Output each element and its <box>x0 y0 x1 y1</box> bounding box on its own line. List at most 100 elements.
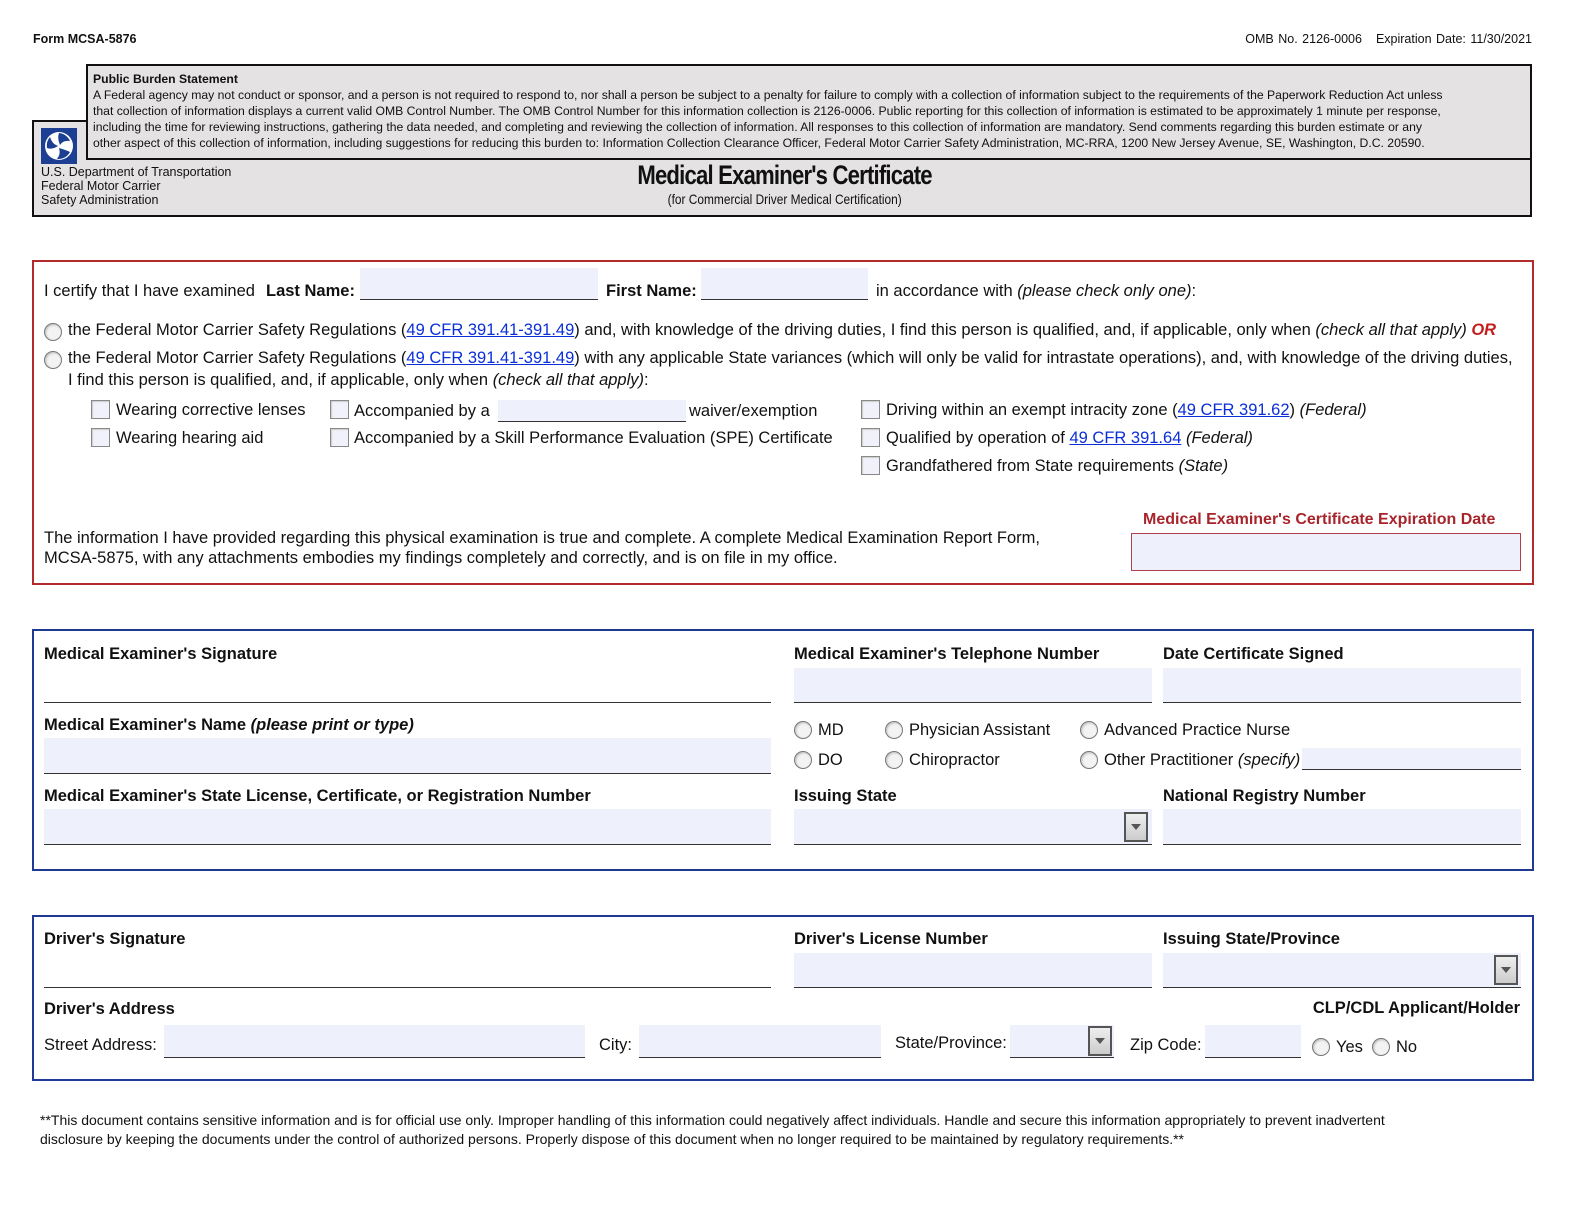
examiner-license-label: Medical Examiner's State License, Certif… <box>44 787 591 805</box>
cfr-link[interactable]: 49 CFR 391.41-391.49 <box>406 321 574 339</box>
burden-line: that collection of information displays … <box>93 104 1441 118</box>
spe-checkbox[interactable] <box>330 428 349 447</box>
grandfathered-checkbox[interactable] <box>861 456 880 475</box>
expiration-date-input[interactable] <box>1131 533 1521 571</box>
chiropractor-radio[interactable] <box>885 751 903 769</box>
burden-title: Public Burden Statement <box>93 72 238 86</box>
corrective-lenses-label: Wearing corrective lenses <box>116 401 306 419</box>
street-address-input[interactable] <box>164 1025 585 1058</box>
waiver-label-pre: Accompanied by a <box>354 402 490 420</box>
title-block: Medical Examiner's Certificate (for Comm… <box>430 160 1140 209</box>
driver-issuing-state-label: Issuing State/Province <box>1163 930 1340 948</box>
date-signed-label: Date Certificate Signed <box>1163 645 1344 663</box>
certify-intro: I certify that I have examined <box>44 282 255 300</box>
zip-code-label: Zip Code: <box>1130 1036 1202 1054</box>
form-number: Form MCSA-5876 <box>33 32 137 46</box>
clp-no-radio[interactable] <box>1372 1038 1390 1056</box>
intracity-zone-label: Driving within an exempt intracity zone … <box>886 401 1367 419</box>
omb-number: OMB No. 2126-0006 <box>1245 32 1362 46</box>
driver-license-input[interactable] <box>794 953 1152 988</box>
state-province-select[interactable] <box>1010 1025 1114 1058</box>
clp-no-label: No <box>1396 1038 1418 1056</box>
burden-line: other aspect of this collection of infor… <box>93 136 1425 150</box>
do-label: DO <box>818 751 843 769</box>
chevron-down-icon[interactable] <box>1124 812 1148 842</box>
waiver-checkbox[interactable] <box>330 400 349 419</box>
corrective-lenses-checkbox[interactable] <box>91 400 110 419</box>
clp-yes-label: Yes <box>1336 1038 1363 1056</box>
examiner-name-label: Medical Examiner's Name (please print or… <box>44 716 414 734</box>
agency-line: U.S. Department of Transportation <box>41 165 232 179</box>
notice-line: disclosure by keeping the documents unde… <box>40 1131 1185 1147</box>
chiropractor-label: Chiropractor <box>909 751 1000 769</box>
burden-line: including the time for reviewing instruc… <box>93 120 1422 134</box>
chevron-down-icon[interactable] <box>1088 1026 1112 1056</box>
physician-assistant-radio[interactable] <box>885 721 903 739</box>
state-variances-radio[interactable] <box>44 351 62 369</box>
registry-number-label: National Registry Number <box>1163 787 1366 805</box>
md-label: MD <box>818 721 844 739</box>
agency-line: Federal Motor Carrier <box>41 179 161 193</box>
clp-cdl-label: CLP/CDL Applicant/Holder <box>1312 999 1520 1017</box>
driver-signature-field[interactable] <box>44 953 771 988</box>
examiner-name-input[interactable] <box>44 738 771 774</box>
public-burden-statement: Public Burden Statement A Federal agency… <box>86 64 1532 160</box>
expiration-date-label: Medical Examiner's Certificate Expiratio… <box>1143 511 1496 528</box>
advanced-practice-nurse-radio[interactable] <box>1080 721 1098 739</box>
agency-line: Safety Administration <box>41 193 159 207</box>
qualified-operation-label: Qualified by operation of 49 CFR 391.64 … <box>886 429 1253 447</box>
examiner-license-input[interactable] <box>44 809 771 845</box>
federal-regulations-option: the Federal Motor Carrier Safety Regulat… <box>68 321 1497 339</box>
grandfathered-label: Grandfathered from State requirements (S… <box>886 457 1229 475</box>
physician-assistant-label: Physician Assistant <box>909 721 1051 739</box>
other-practitioner-label: Other Practitioner (specify) <box>1104 751 1301 769</box>
cfr-391-62-link[interactable]: 49 CFR 391.62 <box>1178 401 1290 419</box>
page-subtitle: (for Commercial Driver Medical Certifica… <box>667 191 903 207</box>
agency-name: U.S. Department of Transportation Federa… <box>41 165 231 207</box>
confidentiality-notice: **This document contains sensitive infor… <box>40 1111 1540 1149</box>
waiver-type-input[interactable] <box>498 400 686 422</box>
cfr-391-64-link[interactable]: 49 CFR 391.64 <box>1069 429 1181 447</box>
city-input[interactable] <box>639 1025 881 1058</box>
or-label: OR <box>1471 321 1497 339</box>
burden-line: A Federal agency may not conduct or spon… <box>93 88 1443 102</box>
examiner-signature-label: Medical Examiner's Signature <box>44 645 278 663</box>
examiner-phone-input[interactable] <box>794 668 1152 703</box>
hearing-aid-label: Wearing hearing aid <box>116 429 264 447</box>
street-address-label: Street Address: <box>44 1036 157 1054</box>
hearing-aid-checkbox[interactable] <box>91 428 110 447</box>
last-name-input[interactable] <box>360 268 598 300</box>
form-expiration-date: Expiration Date: 11/30/2021 <box>1375 32 1532 46</box>
other-practitioner-radio[interactable] <box>1080 751 1098 769</box>
registry-number-input[interactable] <box>1163 809 1521 845</box>
clp-yes-radio[interactable] <box>1312 1038 1330 1056</box>
notice-line: **This document contains sensitive infor… <box>40 1112 1385 1128</box>
advanced-practice-nurse-label: Advanced Practice Nurse <box>1104 721 1291 739</box>
cfr-link[interactable]: 49 CFR 391.41-391.49 <box>406 349 574 367</box>
first-name-label: First Name: <box>606 282 697 300</box>
first-name-input[interactable] <box>701 268 868 300</box>
omb-info: OMB No. 2126-0006 Expiration Date: 11/30/… <box>1245 32 1532 46</box>
federal-regulations-radio[interactable] <box>44 323 62 341</box>
qualified-operation-checkbox[interactable] <box>861 428 880 447</box>
issuing-state-select[interactable] <box>794 809 1152 845</box>
date-signed-input[interactable] <box>1163 668 1521 703</box>
state-province-label: State/Province: <box>895 1034 1007 1052</box>
attestation-statement: The information I have provided regardin… <box>44 529 1041 567</box>
driver-issuing-state-select[interactable] <box>1163 953 1521 988</box>
intracity-zone-checkbox[interactable] <box>861 400 880 419</box>
driver-license-label: Driver's License Number <box>794 930 988 948</box>
issuing-state-label: Issuing State <box>794 787 897 805</box>
state-variances-option: the Federal Motor Carrier Safety Regulat… <box>68 349 1513 367</box>
examiner-phone-label: Medical Examiner's Telephone Number <box>794 645 1100 663</box>
zip-code-input[interactable] <box>1205 1025 1301 1058</box>
page-title: Medical Examiner's Certificate <box>637 160 933 190</box>
md-radio[interactable] <box>794 721 812 739</box>
driver-signature-label: Driver's Signature <box>44 930 186 948</box>
do-radio[interactable] <box>794 751 812 769</box>
chevron-down-icon[interactable] <box>1494 955 1518 985</box>
waiver-label-post: waiver/exemption <box>689 402 818 420</box>
last-name-label: Last Name: <box>266 282 355 300</box>
examiner-signature-field[interactable] <box>44 668 771 703</box>
other-practitioner-input[interactable] <box>1302 748 1521 770</box>
